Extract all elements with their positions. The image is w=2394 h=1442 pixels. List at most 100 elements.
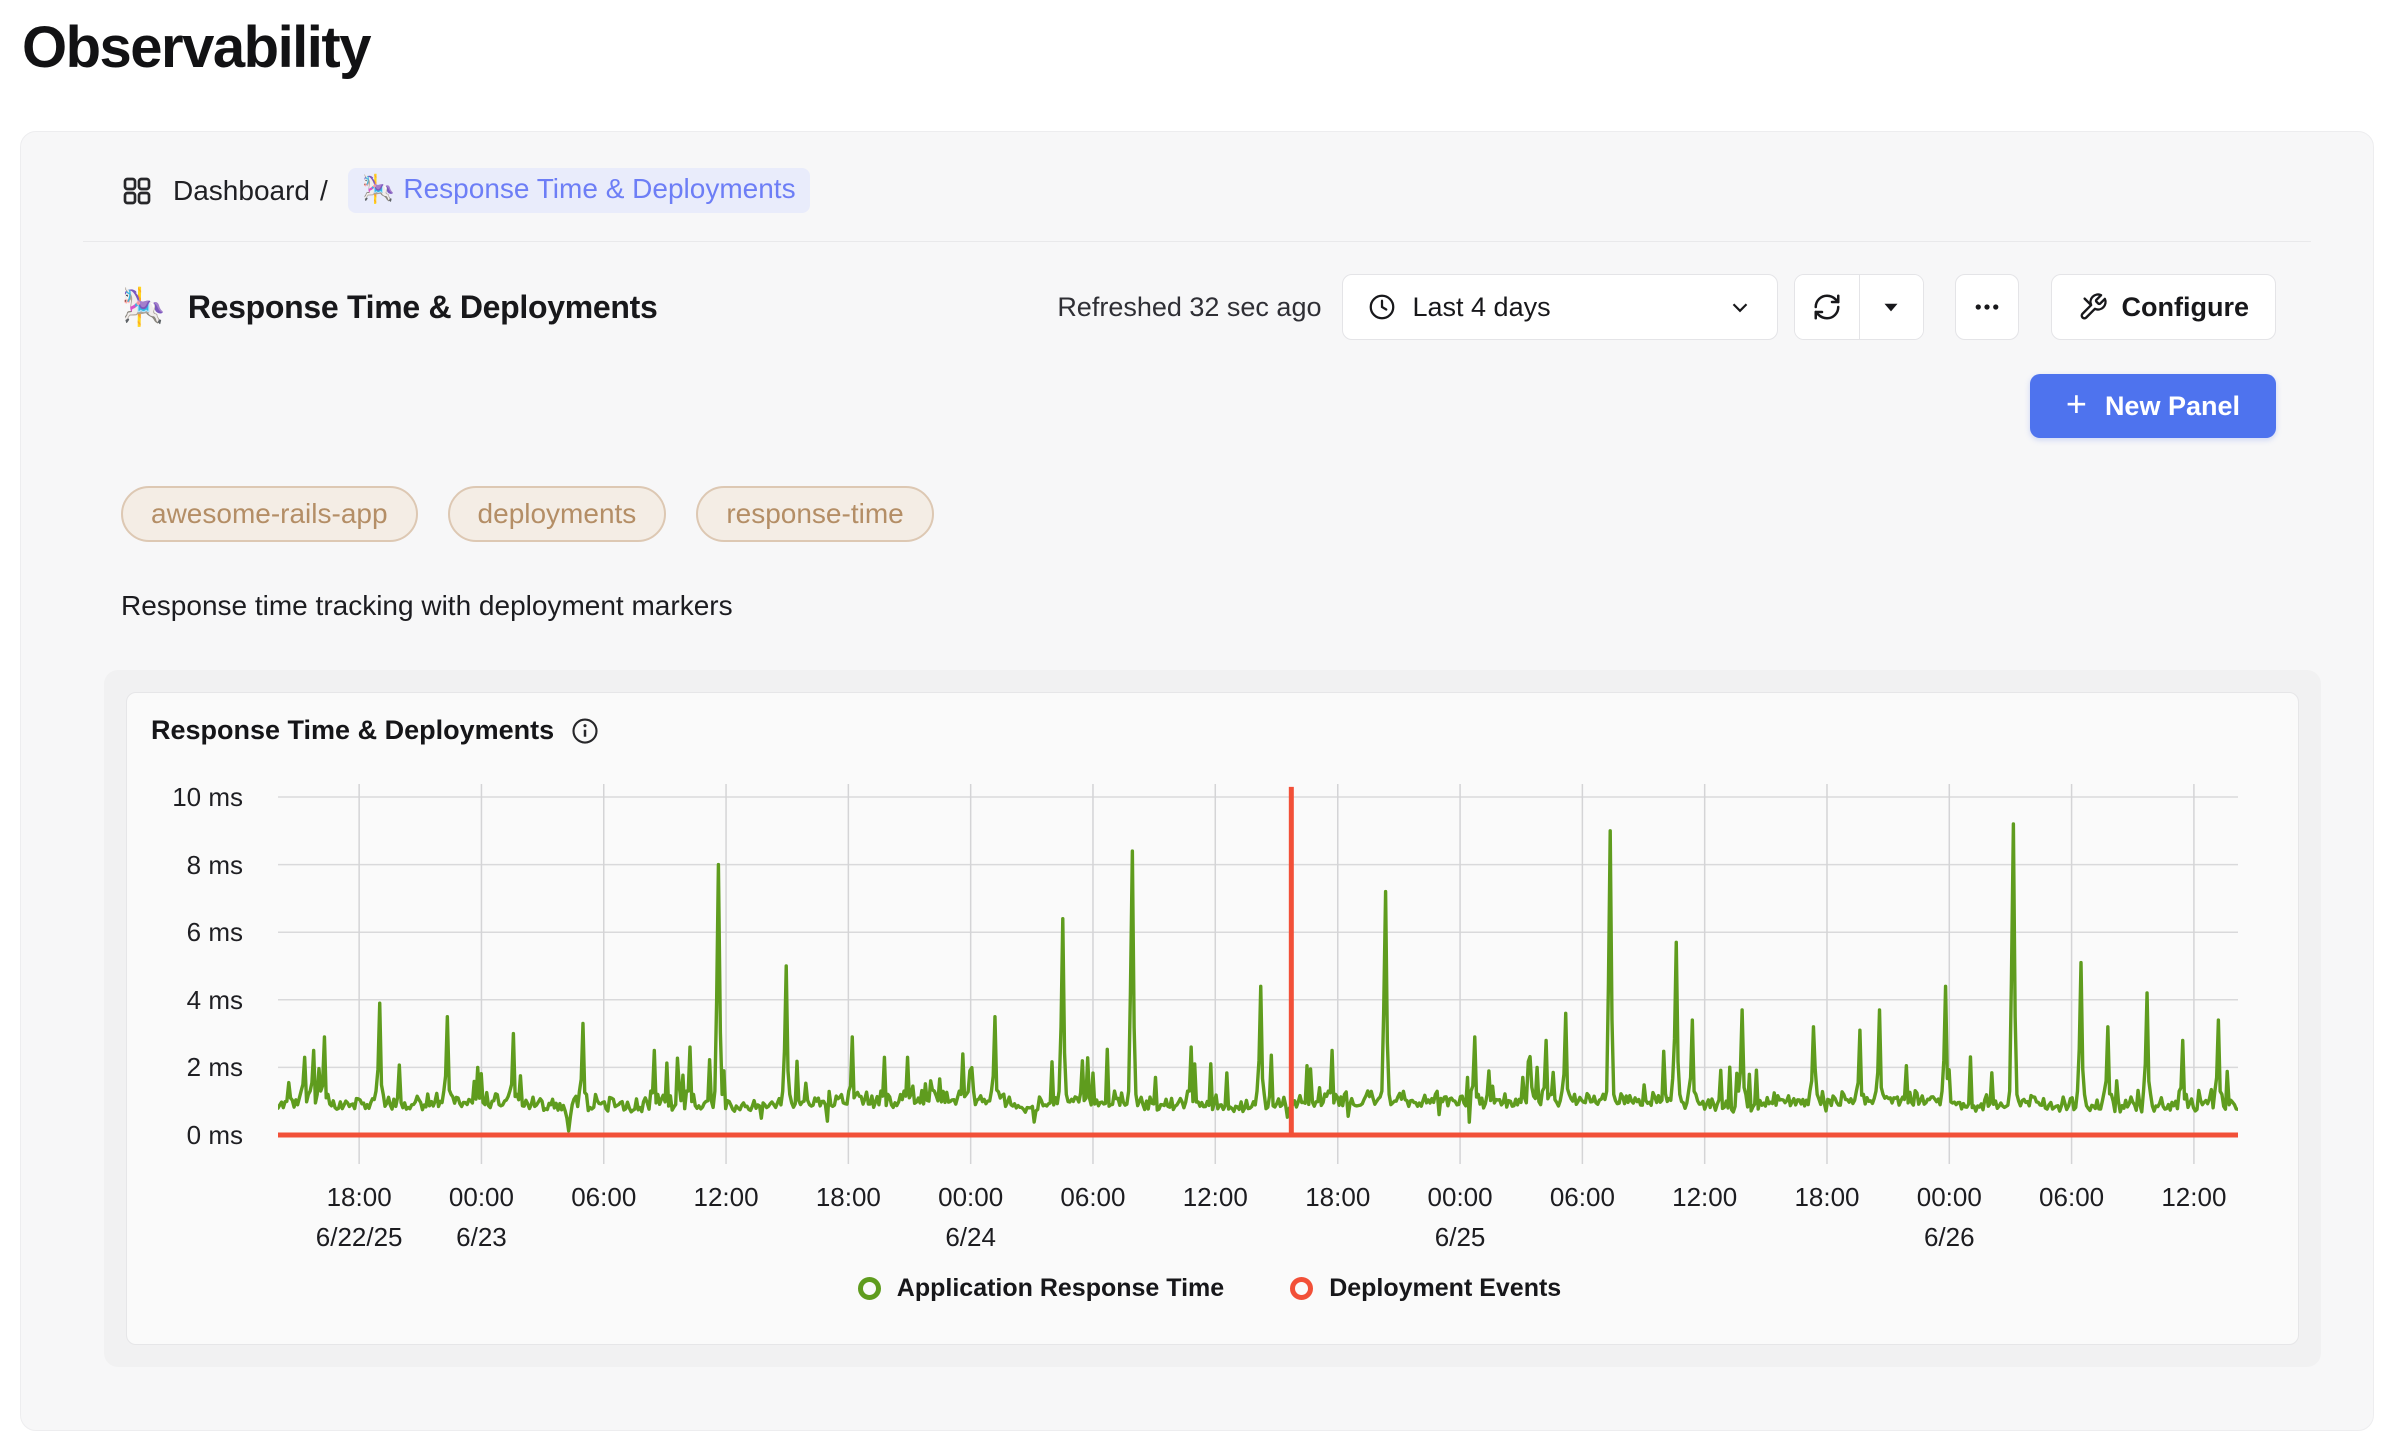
- tag-deployments[interactable]: deployments: [448, 486, 667, 542]
- x-axis-tick: 18:00: [816, 1182, 881, 1213]
- x-axis-time-label: 06:00: [1550, 1182, 1615, 1213]
- x-axis-date-label: 6/24: [938, 1222, 1003, 1253]
- dashboard-title-group: 🎠 Response Time & Deployments: [121, 286, 658, 328]
- breadcrumb-current-label: Response Time & Deployments: [403, 173, 795, 205]
- tag-list: awesome-rails-app deployments response-tim…: [121, 486, 2273, 542]
- chart-title: Response Time & Deployments: [151, 715, 554, 746]
- dashboard-card: Dashboard / 🎠 Response Time & Deployment…: [20, 131, 2374, 1431]
- x-axis-tick: 00:00 6/24: [938, 1182, 1003, 1253]
- x-axis-tick: 12:00: [2161, 1182, 2226, 1213]
- x-axis-tick: 12:00: [1183, 1182, 1248, 1213]
- tag-awesome-rails-app[interactable]: awesome-rails-app: [121, 486, 418, 542]
- x-axis-time-label: 00:00: [1917, 1182, 1982, 1213]
- chart-legend: Application Response Time Deployment Even…: [151, 1274, 2268, 1303]
- refresh-button[interactable]: [1795, 275, 1859, 339]
- chart-area: 10 ms8 ms6 ms4 ms2 ms0 ms 18:006/22/2500…: [151, 784, 2268, 1318]
- time-range-value: Last 4 days: [1413, 292, 1711, 323]
- dashboard-grid-icon[interactable]: [121, 175, 153, 207]
- ellipsis-icon: [1972, 292, 2002, 322]
- legend-item-application-response-time[interactable]: Application Response Time: [858, 1274, 1224, 1303]
- x-axis-time-label: 18:00: [316, 1182, 403, 1213]
- carousel-horse-emoji: 🎠: [121, 286, 166, 328]
- breadcrumb-dashboard-label: Dashboard: [173, 175, 310, 207]
- refresh-options-button[interactable]: [1859, 275, 1923, 339]
- dashboard-header: 🎠 Response Time & Deployments Refreshed …: [121, 274, 2276, 340]
- plus-icon: +: [2066, 383, 2087, 425]
- x-axis-time-label: 06:00: [2039, 1182, 2104, 1213]
- refreshed-status: Refreshed 32 sec ago: [1057, 292, 1321, 323]
- x-axis-tick: 00:00 6/23: [449, 1182, 514, 1253]
- x-axis-date-label: 6/22/25: [316, 1222, 403, 1253]
- x-axis-date-label: 6/23: [449, 1222, 514, 1253]
- x-axis-time-label: 18:00: [816, 1182, 881, 1213]
- chart-panel: Response Time & Deployments 10 ms8 ms6 m…: [126, 692, 2299, 1345]
- tag-response-time[interactable]: response-time: [696, 486, 933, 542]
- x-axis-time-label: 06:00: [571, 1182, 636, 1213]
- y-axis-label: 0 ms: [151, 1120, 243, 1150]
- y-axis-label: 6 ms: [151, 917, 243, 947]
- info-button[interactable]: [570, 716, 600, 746]
- x-axis-date-label: 6/25: [1428, 1222, 1493, 1253]
- legend-label: Deployment Events: [1329, 1274, 1561, 1303]
- legend-label: Application Response Time: [897, 1274, 1224, 1303]
- clock-icon: [1367, 292, 1397, 322]
- chevron-down-icon: [1727, 294, 1753, 320]
- info-icon: [570, 716, 600, 746]
- new-panel-row: + New Panel: [118, 374, 2276, 438]
- breadcrumb-separator: /: [320, 175, 328, 207]
- x-axis-time-label: 06:00: [1060, 1182, 1125, 1213]
- y-axis-label: 2 ms: [151, 1052, 243, 1082]
- x-axis-tick: 00:00 6/26: [1917, 1182, 1982, 1253]
- refresh-icon: [1812, 292, 1842, 322]
- x-axis-time-label: 00:00: [449, 1182, 514, 1213]
- carousel-horse-emoji: 🎠: [362, 173, 396, 205]
- toolbar: Refreshed 32 sec ago Last 4 days: [1057, 274, 2276, 340]
- time-range-select[interactable]: Last 4 days: [1342, 274, 1778, 340]
- refresh-split-button: [1794, 274, 1924, 340]
- response-time-chart-plot[interactable]: [278, 784, 2238, 1164]
- y-axis: 10 ms8 ms6 ms4 ms2 ms0 ms: [151, 784, 243, 1164]
- new-panel-button[interactable]: + New Panel: [2030, 374, 2276, 438]
- x-axis-tick: 18:00 6/22/25: [316, 1182, 403, 1253]
- y-axis-label: 8 ms: [151, 850, 243, 880]
- x-axis-time-label: 12:00: [694, 1182, 759, 1213]
- page-title: Observability: [22, 14, 2394, 81]
- tools-icon: [2078, 292, 2108, 322]
- x-axis-tick: 06:00: [1060, 1182, 1125, 1213]
- x-axis-time-label: 18:00: [1794, 1182, 1859, 1213]
- series-application-response-time: [278, 824, 2238, 1131]
- configure-label: Configure: [2122, 292, 2250, 323]
- more-options-button[interactable]: [1955, 274, 2019, 340]
- header-divider: [83, 241, 2311, 242]
- breadcrumb-dashboard[interactable]: Dashboard /: [173, 175, 328, 207]
- breadcrumb: Dashboard / 🎠 Response Time & Deployment…: [121, 168, 2276, 213]
- dashboard-title: Response Time & Deployments: [188, 289, 658, 326]
- breadcrumb-current[interactable]: 🎠 Response Time & Deployments: [348, 168, 810, 213]
- x-axis-tick: 12:00: [694, 1182, 759, 1213]
- x-axis-tick: 18:00: [1305, 1182, 1370, 1213]
- legend-marker-icon: [1290, 1277, 1313, 1300]
- panel-grid: Response Time & Deployments 10 ms8 ms6 m…: [104, 670, 2321, 1367]
- chart-panel-header: Response Time & Deployments: [151, 715, 2268, 746]
- x-axis-tick: 06:00: [2039, 1182, 2104, 1213]
- configure-button[interactable]: Configure: [2051, 274, 2277, 340]
- x-axis-time-label: 00:00: [1428, 1182, 1493, 1213]
- legend-marker-icon: [858, 1277, 881, 1300]
- caret-down-icon: [1878, 294, 1904, 320]
- dashboard-description: Response time tracking with deployment m…: [121, 590, 2273, 622]
- x-axis-time-label: 12:00: [1183, 1182, 1248, 1213]
- x-axis-time-label: 12:00: [1672, 1182, 1737, 1213]
- x-axis-tick: 06:00: [571, 1182, 636, 1213]
- x-axis: 18:00 6/22/25 00:00 6/23 06:00 12:00 18:00 00:0…: [278, 1182, 2238, 1270]
- x-axis-tick: 06:00: [1550, 1182, 1615, 1213]
- x-axis-time-label: 00:00: [938, 1182, 1003, 1213]
- x-axis-tick: 12:00: [1672, 1182, 1737, 1213]
- new-panel-label: New Panel: [2105, 391, 2240, 422]
- legend-item-deployment-events[interactable]: Deployment Events: [1290, 1274, 1561, 1303]
- y-axis-label: 4 ms: [151, 985, 243, 1015]
- response-time-chart: [278, 784, 2238, 1164]
- x-axis-tick: 00:00 6/25: [1428, 1182, 1493, 1253]
- x-axis-date-label: 6/26: [1917, 1222, 1982, 1253]
- x-axis-time-label: 18:00: [1305, 1182, 1370, 1213]
- x-axis-time-label: 12:00: [2161, 1182, 2226, 1213]
